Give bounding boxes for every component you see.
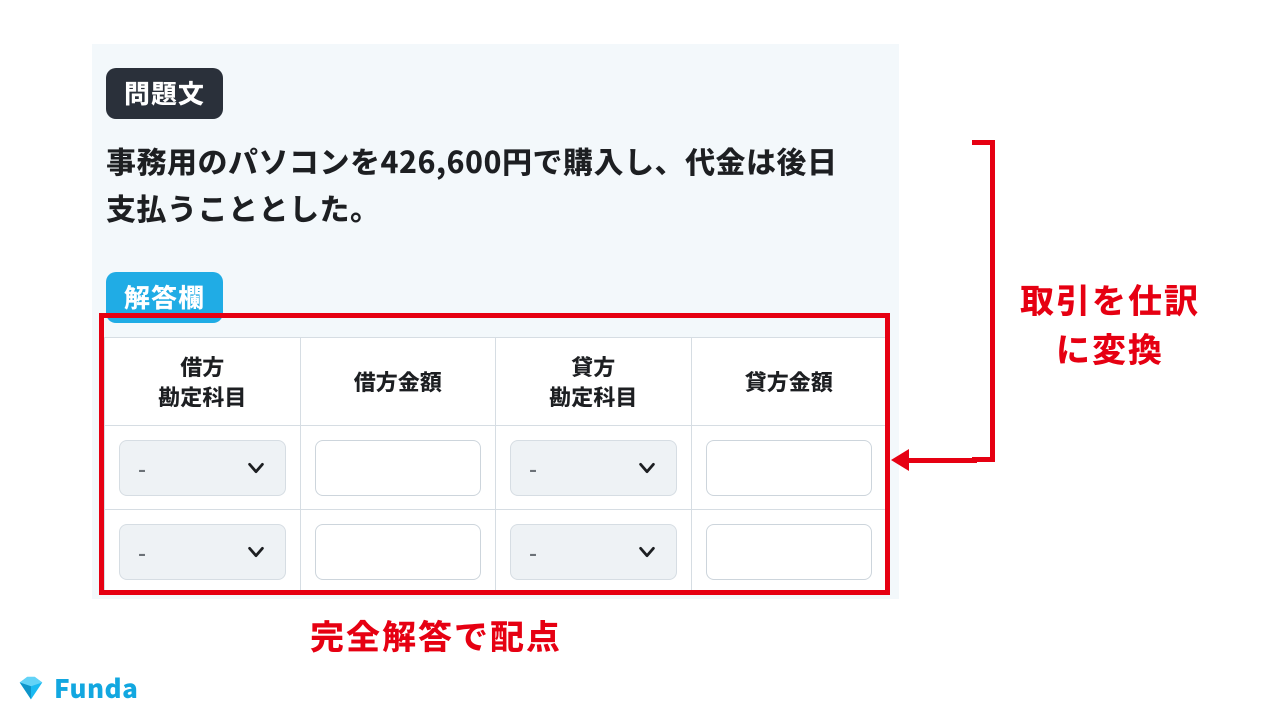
table-header-row: 借方 勘定科目 借方金額 貸方 勘定科目 貸方金額 xyxy=(105,338,887,426)
credit-amount-input[interactable] xyxy=(706,440,873,496)
journal-table: 借方 勘定科目 借方金額 貸方 勘定科目 貸方金額 - xyxy=(104,337,887,594)
table-row: - - xyxy=(105,510,887,594)
answer-section: 解答欄 借方 勘定科目 借方金額 貸方 勘定科目 貸方金額 xyxy=(92,272,899,594)
diamond-icon xyxy=(16,675,46,701)
question-text: 事務用のパソコンを426,600円で購入し、代金は後日支払うこととした。 xyxy=(106,137,866,230)
question-label-pill: 問題文 xyxy=(106,68,223,119)
brand-logo: Funda xyxy=(16,669,138,706)
th-debit-account: 借方 勘定科目 xyxy=(105,338,301,426)
select-value: - xyxy=(529,536,537,568)
side-annotation-line1: 取引を仕訳 xyxy=(1020,274,1200,323)
stage: 問題文 事務用のパソコンを426,600円で購入し、代金は後日支払うこととした。… xyxy=(0,0,1280,720)
side-annotation: 取引を仕訳 に変換 xyxy=(1020,274,1200,373)
exercise-card: 問題文 事務用のパソコンを426,600円で購入し、代金は後日支払うこととした。… xyxy=(92,44,899,599)
bottom-annotation: 完全解答で配点 xyxy=(310,610,562,659)
chevron-down-icon xyxy=(636,541,658,563)
annotation-bracket xyxy=(972,140,1012,462)
journal-table-wrap: 借方 勘定科目 借方金額 貸方 勘定科目 貸方金額 - xyxy=(104,337,887,594)
side-annotation-line2: に変換 xyxy=(1020,323,1200,372)
debit-amount-input[interactable] xyxy=(315,440,482,496)
select-value: - xyxy=(138,536,146,568)
debit-account-select[interactable]: - xyxy=(119,440,286,496)
chevron-down-icon xyxy=(636,457,658,479)
debit-amount-input[interactable] xyxy=(315,524,482,580)
chevron-down-icon xyxy=(245,457,267,479)
brand-name: Funda xyxy=(54,669,138,706)
select-value: - xyxy=(529,452,537,484)
select-value: - xyxy=(138,452,146,484)
th-credit-amount: 貸方金額 xyxy=(691,338,887,426)
credit-amount-input[interactable] xyxy=(706,524,873,580)
answer-label-pill: 解答欄 xyxy=(106,272,223,323)
th-debit-amount: 借方金額 xyxy=(300,338,496,426)
annotation-arrow xyxy=(895,450,977,470)
debit-account-select[interactable]: - xyxy=(119,524,286,580)
credit-account-select[interactable]: - xyxy=(510,524,677,580)
th-credit-account: 貸方 勘定科目 xyxy=(496,338,692,426)
chevron-down-icon xyxy=(245,541,267,563)
table-row: - - xyxy=(105,426,887,510)
credit-account-select[interactable]: - xyxy=(510,440,677,496)
